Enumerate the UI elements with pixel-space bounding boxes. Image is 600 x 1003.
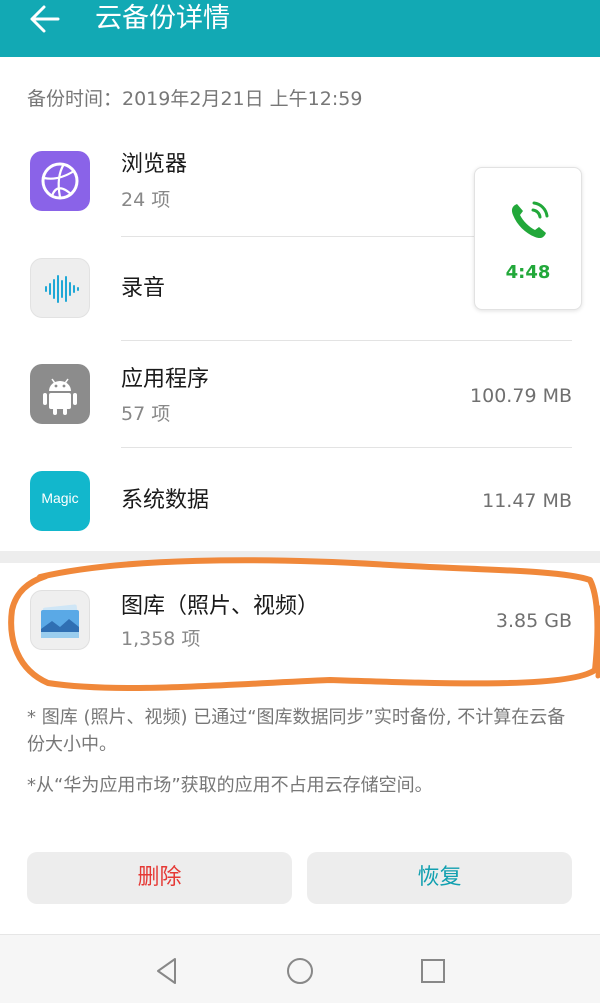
- android-icon: [30, 364, 90, 424]
- back-button[interactable]: [20, 2, 72, 36]
- back-arrow-icon: [30, 5, 60, 33]
- restore-button[interactable]: 恢复: [307, 852, 572, 904]
- delete-button[interactable]: 删除: [27, 852, 292, 904]
- list-item-name: 系统数据: [121, 488, 210, 513]
- list-item-name: 应用程序: [121, 367, 210, 392]
- list-item-count: 57 项: [121, 403, 171, 425]
- list-item-count: 24 项: [121, 189, 171, 211]
- page-title: 云备份详情: [95, 3, 230, 34]
- list-item-name: 浏览器: [121, 152, 188, 177]
- nav-back-icon[interactable]: [150, 953, 186, 989]
- list-item-name: 图库（照片、视频）: [121, 594, 320, 619]
- call-duration: 4:48: [505, 262, 551, 283]
- app-market-note: *从“华为应用市场”获取的应用不占用云存储空间。: [27, 775, 433, 796]
- list-item-size: 3.85 GB: [495, 610, 572, 632]
- list-item-size: 11.47 MB: [482, 490, 572, 512]
- magic-icon: Magic: [30, 471, 90, 531]
- gallery-icon: [30, 590, 90, 650]
- floating-call-bubble[interactable]: 4:48: [474, 167, 582, 310]
- nav-home-icon[interactable]: [282, 953, 318, 989]
- gallery-sync-note: * 图库 (照片、视频) 已通过“图库数据同步”实时备份, 不计算在云备份大小中…: [27, 707, 566, 755]
- list-item-apps[interactable]: 应用程序 57 项 100.79 MB: [0, 341, 600, 448]
- backup-time: 备份时间：2019年2月21日 上午12:59: [27, 88, 363, 110]
- list-item-system-data[interactable]: Magic 系统数据 11.47 MB: [0, 448, 600, 551]
- list-item-gallery[interactable]: 图库（照片、视频） 1,358 项 3.85 GB: [0, 563, 600, 678]
- section-separator: [0, 551, 600, 563]
- phone-call-icon: [511, 201, 549, 239]
- recorder-icon: [30, 258, 90, 318]
- nav-recent-icon[interactable]: [415, 953, 451, 989]
- browser-icon: [30, 151, 90, 211]
- app-bar: 云备份详情: [0, 0, 600, 57]
- list-item-count: 1,358 项: [121, 628, 201, 650]
- list-item-size: 100.79 MB: [470, 385, 572, 407]
- magic-icon-text: Magic: [41, 490, 79, 506]
- system-nav-bar: [0, 934, 600, 1003]
- list-item-name: 录音: [121, 276, 166, 301]
